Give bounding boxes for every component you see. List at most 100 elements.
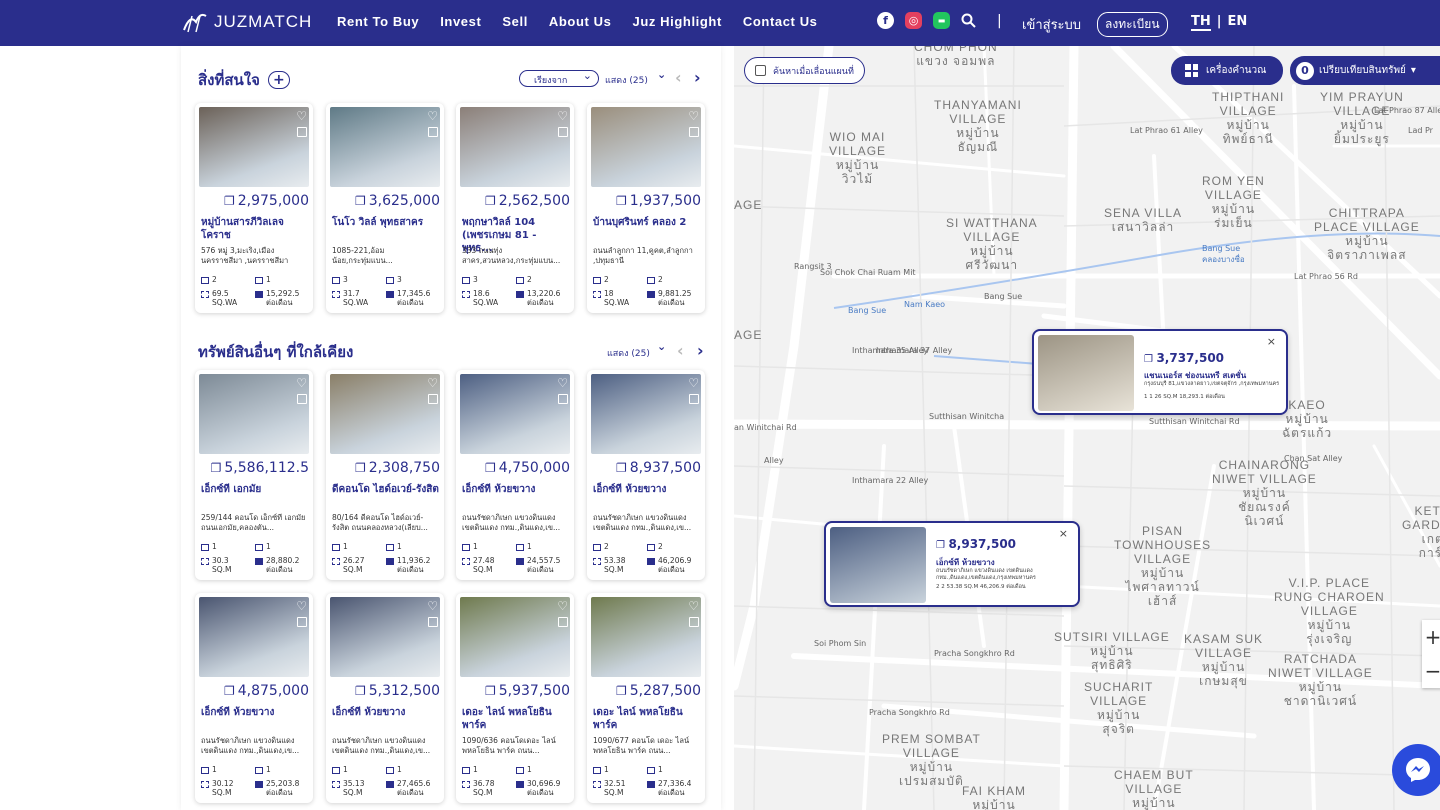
nearby-show-count[interactable]: แสดง (25) [607,346,650,360]
nav-juz-highlight[interactable]: Juz Highlight [632,14,721,29]
property-name[interactable]: เดอะ ไลน์ พหลโยธิน พาร์ค [593,706,701,732]
brand-logo[interactable]: JUZMATCH [182,10,312,34]
compare-assets-button[interactable]: 0 เปรียบเทียบสินทรัพย์ ▾ [1290,56,1440,85]
property-card[interactable]: ♡ ❐ 4,750,000 เอ็กซ์ที ห้วยขวาง ถนนรัชดาภิเษ… [456,370,574,580]
map-area-label: THANYAMANI VILLAGE หมู่บ้าน ธัญมณี [934,98,1022,154]
property-name[interactable]: เอ็กซ์ที ห้วยขวาง [593,483,701,496]
compare-icon[interactable] [297,394,307,404]
property-image[interactable] [199,374,309,454]
property-address: ถนนลำลูกกา 11,คูคต,ลำลูกกา ,ปทุมธานี [593,246,693,265]
heart-icon[interactable]: ♡ [688,376,699,390]
compare-icon[interactable] [558,394,568,404]
close-icon[interactable]: × [1059,527,1068,540]
heart-icon[interactable]: ♡ [296,599,307,613]
calculator-icon [1185,64,1198,77]
property-card[interactable]: ♡ ❐ 3,625,000 โนโว วิลล์ พุทธสาคร 1085-221,อ… [326,103,444,313]
compare-icon[interactable] [558,127,568,137]
compare-icon[interactable] [689,617,699,627]
heart-icon[interactable]: ♡ [557,599,568,613]
property-card[interactable]: ♡ ❐ 5,586,112.5 เอ็กซ์ที เอกมัย 259/144 คอนโ… [195,370,313,580]
compare-icon[interactable] [689,127,699,137]
property-name[interactable]: โนโว วิลล์ พุทธสาคร [332,216,440,229]
login-link[interactable]: เข้าสู่ระบบ [1022,14,1081,35]
map-view[interactable]: CHOM PHON แขวง จอมพล THANYAMANI VILLAGE ห… [734,46,1440,810]
property-card[interactable]: ♡ ❐ 1,937,500 บ้านบุศรินทร์ คลอง 2 ถนนลำลูกก… [587,103,705,313]
map-popup-card[interactable]: ❐ 3,737,500 แชนเนอร์ส ช่องนนทรี สเตชั่น … [1032,329,1288,415]
heart-icon[interactable]: ♡ [427,376,438,390]
heart-icon[interactable]: ♡ [427,109,438,123]
search-icon[interactable] [961,13,976,28]
chevron-down-icon[interactable]: ⌄ [657,68,666,81]
heart-icon[interactable]: ♡ [296,109,307,123]
heart-icon[interactable]: ♡ [688,109,699,123]
property-name[interactable]: เอ็กซ์ที ห้วยขวาง [332,706,440,719]
favorites-next-icon[interactable]: › [694,68,701,87]
heart-icon[interactable]: ♡ [296,376,307,390]
property-card[interactable]: ♡ ❐ 5,937,500 เดอะ ไลน์ พหลโยธิน พาร์ค 1090/… [456,593,574,803]
property-image[interactable] [199,107,309,187]
heart-icon[interactable]: ♡ [427,599,438,613]
chevron-down-icon[interactable]: ⌄ [657,340,666,353]
property-name[interactable]: เดอะ ไลน์ พหลโยธิน พาร์ค [462,706,570,732]
property-image[interactable] [591,374,701,454]
property-image[interactable] [330,107,440,187]
property-card[interactable]: ♡ ❐ 2,975,000 หมู่บ้านสารภีวิลเลจ โคราช 576 … [195,103,313,313]
property-image[interactable] [460,597,570,677]
heart-icon[interactable]: ♡ [557,376,568,390]
register-button[interactable]: ลงทะเบียน [1097,12,1168,37]
compare-icon[interactable] [428,127,438,137]
area-value: 18 [604,289,614,298]
checkbox-icon[interactable] [755,65,766,76]
property-card[interactable]: ♡ ❐ 4,875,000 เอ็กซ์ที ห้วยขวาง ถนนรัชดาภิเษ… [195,593,313,803]
zoom-in-button[interactable]: + [1422,620,1440,654]
map-popup-card[interactable]: ❐ 8,937,500 เอ็กซ์ที ห้วยขวาง ถนนรัชดาภิ… [824,521,1080,607]
compare-icon[interactable] [428,394,438,404]
nav-about-us[interactable]: About Us [549,14,612,29]
property-card[interactable]: ♡ ❐ 5,312,500 เอ็กซ์ที ห้วยขวาง ถนนรัชดาภิเษ… [326,593,444,803]
nav-contact-us[interactable]: Contact Us [743,14,818,29]
heart-icon[interactable]: ♡ [557,109,568,123]
compare-icon[interactable] [428,617,438,627]
favorites-show-count[interactable]: แสดง (25) [605,73,648,87]
property-image[interactable] [330,374,440,454]
property-name[interactable]: เอ็กซ์ที เอกมัย [201,483,309,496]
nav-sell[interactable]: Sell [502,14,528,29]
nearby-prev-icon[interactable]: ‹ [677,341,684,360]
property-card[interactable]: ♡ ❐ 5,287,500 เดอะ ไลน์ พหลโยธิน พาร์ค 1090/… [587,593,705,803]
compare-icon[interactable] [297,127,307,137]
messenger-button[interactable] [1392,744,1440,796]
compare-icon[interactable] [558,617,568,627]
close-icon[interactable]: × [1267,335,1276,348]
property-name[interactable]: ดีคอนโด ไฮด์อเวย์-รังสิต [332,483,440,496]
property-name[interactable]: เอ็กซ์ที ห้วยขวาง [201,706,309,719]
property-card[interactable]: ♡ ❐ 2,308,750 ดีคอนโด ไฮด์อเวย์-รังสิต 80/16… [326,370,444,580]
property-card[interactable]: ♡ ❐ 2,562,500 พฤกษาวิลล์ 104 (เพชรเกษม 81 -… [456,103,574,313]
search-on-move-toggle[interactable]: ค้นหาเมื่อเลื่อนแผนที่ [744,57,865,84]
property-image[interactable] [199,597,309,677]
heart-icon[interactable]: ♡ [688,599,699,613]
favorites-prev-icon[interactable]: ‹ [675,68,682,87]
compare-icon[interactable] [297,617,307,627]
property-name[interactable]: เอ็กซ์ที ห้วยขวาง [462,483,570,496]
facebook-icon[interactable]: f [877,12,894,29]
zoom-out-button[interactable]: − [1422,654,1440,688]
calculator-button[interactable]: เครื่องคำนวณ [1171,56,1283,85]
property-image[interactable] [591,107,701,187]
add-favorite-button[interactable]: + [267,71,290,89]
property-card[interactable]: ♡ ❐ 8,937,500 เอ็กซ์ที ห้วยขวาง ถนนรัชดาภิเษ… [587,370,705,580]
property-image[interactable] [460,107,570,187]
lang-en[interactable]: EN [1228,14,1248,31]
property-image[interactable] [330,597,440,677]
instagram-icon[interactable]: ◎ [905,12,922,29]
sort-select[interactable]: เรียงจาก [519,69,599,87]
compare-icon[interactable] [689,394,699,404]
lang-th[interactable]: TH [1191,14,1211,31]
property-name[interactable]: บ้านบุศรินทร์ คลอง 2 [593,216,701,229]
nearby-next-icon[interactable]: › [697,341,704,360]
nav-rent-to-buy[interactable]: Rent To Buy [337,14,419,29]
property-image[interactable] [591,597,701,677]
nav-invest[interactable]: Invest [440,14,481,29]
property-image[interactable] [460,374,570,454]
property-name[interactable]: หมู่บ้านสารภีวิลเลจ โคราช [201,216,309,242]
line-icon[interactable]: ▬ [933,12,950,29]
